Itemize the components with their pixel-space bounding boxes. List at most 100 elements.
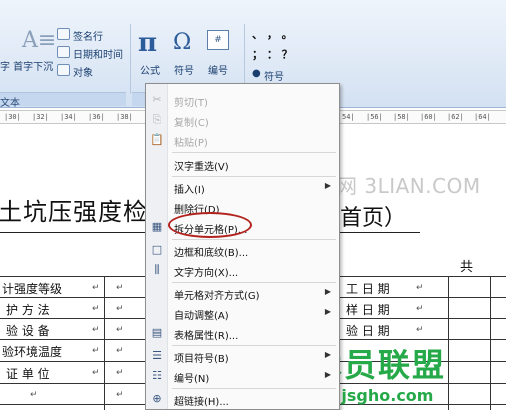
submenu-arrow-icon: ▶ [324, 307, 331, 316]
bullets-icon: ☰ [152, 349, 162, 362]
menu-item-delete-row[interactable]: 删除行(D) [146, 197, 339, 217]
drop-cap-button[interactable]: 字 首字下沉 [0, 58, 53, 73]
submenu-arrow-icon: ▶ [324, 181, 331, 190]
document-title-left: 土坑压强度检 [0, 192, 148, 227]
ruler-tick: |58| [393, 113, 410, 121]
menu-item-paste[interactable]: 📋 粘贴(P) [146, 130, 339, 150]
menu-item-label: 粘贴(P) [174, 138, 208, 149]
table-cell[interactable]: 护 方 法 [6, 301, 50, 318]
numbering-icon: ☷ [152, 369, 162, 382]
paragraph-mark: ↵ [30, 390, 38, 400]
table-border [104, 276, 105, 410]
split-cells-icon: ▦ [151, 220, 163, 233]
ruler-tick: |56| [366, 113, 383, 121]
table-cell[interactable]: 证 单 位 [6, 365, 50, 382]
menu-item-table-properties[interactable]: ▤ 表格属性(R)... [146, 323, 339, 343]
ruler-tick: |60| [420, 113, 437, 121]
table-cell[interactable]: 验环境温度 [2, 343, 62, 360]
title-left-text: 土坑压强度 [0, 198, 123, 226]
paragraph-mark: ↵ [92, 368, 100, 378]
symbol-icon[interactable]: Ω [173, 30, 191, 55]
ruler-tick: |64| [474, 113, 491, 121]
paragraph-mark: ↵ [92, 325, 100, 335]
table-cell[interactable]: 验 日 期 [346, 322, 390, 339]
menu-item-label: 剪切(T) [174, 98, 208, 109]
menu-separator [172, 152, 336, 153]
menu-item-label: 汉字重选(V) [174, 162, 229, 173]
menu-item-label: 文字方向(X)... [174, 268, 239, 279]
hyperlink-icon: ⊕ [152, 392, 162, 405]
menu-item-label: 项目符号(B) [174, 354, 229, 365]
date-time-button[interactable]: 日期和时间 [73, 46, 123, 61]
equation-button[interactable]: 公式 [140, 62, 160, 77]
menu-item-label: 复制(C) [174, 118, 209, 129]
number-icon[interactable]: # [207, 30, 229, 50]
table-cell[interactable]: 验 设 备 [6, 322, 50, 339]
menu-item-label: 插入(I) [174, 185, 205, 196]
paragraph-mark: ↵ [92, 283, 100, 293]
number-button[interactable]: 编号 [208, 62, 228, 77]
text-direction-icon: ⫼ [154, 263, 160, 276]
table-border [448, 276, 449, 410]
paragraph-mark: ↵ [92, 304, 100, 314]
paste-icon: 📋 [150, 133, 164, 146]
menu-item-insert[interactable]: 插入(I) ▶ [146, 177, 339, 197]
menu-item-borders-shading[interactable]: □ 边框和底纹(B)... [146, 240, 339, 260]
menu-item-label: 编号(N) [174, 374, 210, 385]
paragraph-mark: ↵ [416, 325, 424, 335]
menu-item-cut[interactable]: ✂ 剪切(T) [146, 90, 339, 110]
paragraph-mark: ↵ [116, 304, 124, 314]
page-total-label: 共 [460, 260, 474, 275]
text-group-label: 文本 [0, 98, 20, 109]
date-time-icon[interactable] [57, 46, 70, 58]
symbol-button[interactable]: 符号 [174, 62, 194, 77]
ruler-tick: |32| [32, 113, 49, 121]
paragraph-mark: ↵ [116, 368, 124, 378]
menu-item-label: 边框和底纹(B)... [174, 248, 249, 259]
submenu-arrow-icon: ▶ [324, 370, 331, 379]
punctuation-row-1[interactable]: 、 ， 。 [252, 26, 293, 42]
object-button[interactable]: 对象 [73, 64, 93, 79]
signature-line-button[interactable]: 签名行 [73, 28, 103, 43]
menu-item-cell-alignment[interactable]: 单元格对齐方式(G) ▶ [146, 283, 339, 303]
paragraph-mark: ↵ [116, 283, 124, 293]
text-group-bar: 文本 [0, 92, 126, 109]
submenu-arrow-icon: ▶ [324, 350, 331, 359]
paragraph-mark: ↵ [116, 390, 124, 400]
table-cell[interactable]: 工 日 期 [346, 280, 390, 297]
submenu-arrow-icon: ▶ [324, 287, 331, 296]
highlight-circle [168, 212, 252, 238]
paragraph-mark: ↵ [116, 346, 124, 356]
table-border [490, 276, 491, 410]
menu-item-autofit[interactable]: 自动调整(A) ▶ [146, 303, 339, 323]
equation-icon[interactable]: π [138, 28, 157, 58]
ribbon-separator [130, 24, 131, 94]
special-symbol-button[interactable]: 符号 [264, 68, 284, 83]
paragraph-mark: ↵ [116, 325, 124, 335]
menu-item-text-direction[interactable]: ⫼ 文字方向(X)... [146, 260, 339, 280]
menu-item-label: 单元格对齐方式(G) [174, 291, 260, 302]
menu-item-label: 表格属性(R)... [174, 331, 239, 342]
object-icon[interactable] [57, 64, 70, 76]
menu-item-reconvert[interactable]: 汉字重选(V) [146, 154, 339, 174]
ruler-tick: |62| [447, 113, 464, 121]
drop-cap-icon[interactable]: A≡ [22, 28, 56, 53]
table-cell[interactable]: 样 日 期 [346, 301, 390, 318]
menu-item-numbering[interactable]: ☷ 编号(N) ▶ [146, 366, 339, 386]
table-properties-icon: ▤ [151, 326, 163, 339]
signature-line-icon[interactable] [57, 28, 70, 40]
special-symbol-bullet: ● [252, 68, 261, 79]
scissors-icon: ✂ [152, 93, 162, 106]
menu-item-hyperlink[interactable]: ⊕ 超链接(H)... [146, 389, 339, 409]
document-title-right: 首页） [340, 206, 407, 231]
menu-item-bullets[interactable]: ☰ 项目符号(B) ▶ [146, 346, 339, 366]
ruler-tick: |38| [116, 113, 133, 121]
table-cell[interactable]: 计强度等级 [2, 280, 62, 297]
punctuation-row-2[interactable]: ； ： ？ [252, 46, 293, 62]
paragraph-mark: ↵ [416, 304, 424, 314]
ruler-tick: 54| [342, 113, 355, 121]
menu-item-label: 超链接(H)... [174, 397, 229, 408]
menu-item-copy[interactable]: ⎘ 复制(C) [146, 110, 339, 130]
table-context-menu: ✂ 剪切(T) ⎘ 复制(C) 📋 粘贴(P) 汉字重选(V) 插入(I) ▶ … [145, 83, 340, 410]
borders-icon: □ [151, 243, 163, 256]
